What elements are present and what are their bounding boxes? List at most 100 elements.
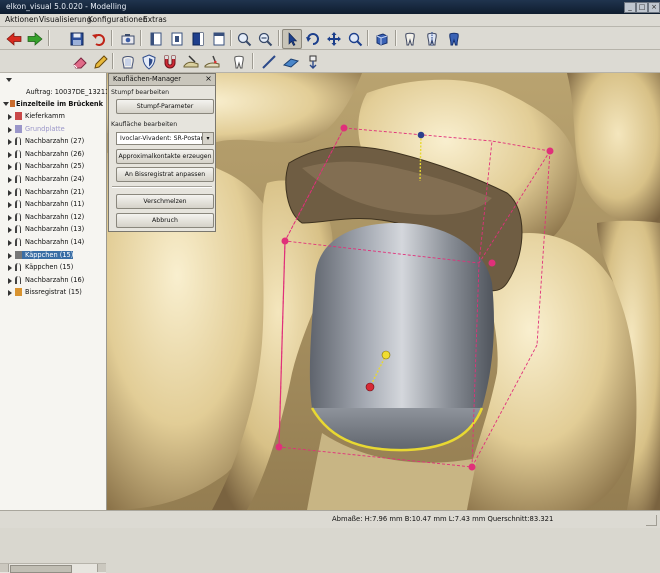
library-select[interactable]: Ivoclar-Vivadent: SR-Postaris ▾ (116, 132, 214, 145)
minimize-button[interactable]: _ (624, 2, 636, 13)
wax-icon[interactable] (202, 52, 222, 72)
tooth-outline-icon[interactable] (229, 52, 249, 72)
chevron-right-icon[interactable] (8, 214, 12, 221)
tree-item[interactable]: Nachbarzahn (12) (8, 211, 84, 223)
camera-icon[interactable] (118, 29, 138, 49)
menu-konfigurationen[interactable]: Konfigurationen (88, 15, 148, 24)
tree-item[interactable]: Nachbarzahn (16) (8, 274, 85, 286)
scroll-right-button[interactable] (97, 564, 106, 572)
tree-item[interactable]: Käppchen (15) (8, 261, 74, 273)
close-window-button[interactable]: × (648, 2, 660, 13)
back-arrow-icon[interactable] (4, 29, 24, 49)
zoom-out-icon[interactable] (255, 29, 275, 49)
cancel-button[interactable]: Abbruch (116, 213, 214, 228)
close-icon[interactable]: × (204, 75, 213, 84)
plane-icon[interactable] (281, 52, 301, 72)
pencil-icon[interactable] (91, 52, 111, 72)
ruler-icon[interactable] (259, 52, 279, 72)
axis-handle-blue[interactable] (417, 131, 425, 139)
chevron-right-icon[interactable] (8, 164, 12, 171)
handle-bottom-left[interactable] (275, 443, 283, 451)
base-plate-icon (15, 124, 22, 133)
shield-icon[interactable] (139, 52, 159, 72)
view-left-icon[interactable] (146, 29, 166, 49)
tree-item[interactable]: Nachbarzahn (26) (8, 148, 84, 160)
chevron-right-icon[interactable] (8, 252, 12, 259)
tooth-icon (15, 175, 21, 183)
axis-handle-yellow[interactable] (381, 350, 391, 360)
chevron-right-icon[interactable] (8, 202, 12, 209)
tree-item-label: Bissregistrat (15) (25, 288, 82, 297)
eraser-icon[interactable] (70, 52, 90, 72)
tree-item[interactable]: Kieferkamm (8, 110, 65, 122)
tooth-split-icon[interactable] (422, 29, 442, 49)
tooth-icon (15, 200, 21, 209)
handle-bottom-right[interactable] (468, 463, 476, 471)
menu-aktionen[interactable]: Aktionen (5, 15, 38, 24)
undo-icon[interactable] (89, 29, 109, 49)
chevron-down-icon[interactable] (6, 78, 12, 82)
status-message: Abmaße: H:7.96 mm B:10.47 mm L:7.43 mm Q… (332, 515, 554, 523)
tree-item[interactable]: Nachbarzahn (21) (8, 186, 84, 198)
view-right-icon[interactable] (188, 29, 208, 49)
tree-item[interactable]: Nachbarzahn (27) (8, 135, 84, 147)
tree-item[interactable]: Käppchen (15) (8, 249, 74, 261)
approximal-contacts-button[interactable]: Approximalkontakte erzeugen (116, 149, 214, 164)
chevron-down-icon[interactable]: ▾ (202, 133, 213, 144)
handle-mid-left[interactable] (281, 237, 289, 245)
tree-item-label: Nachbarzahn (16) (25, 275, 85, 284)
move-icon[interactable] (324, 29, 344, 49)
resize-grip-icon[interactable] (646, 515, 657, 526)
tree-item[interactable]: Bissregistrat (15) (8, 286, 82, 298)
fit-bite-registration-button[interactable]: An Bissregistrat anpassen (116, 167, 214, 182)
sculpt-icon[interactable] (181, 52, 201, 72)
chevron-right-icon[interactable] (8, 227, 12, 234)
stump-parameter-button[interactable]: Stumpf-Parameter (116, 99, 214, 114)
chevron-right-icon[interactable] (8, 277, 12, 284)
pointer-icon[interactable] (282, 29, 302, 49)
tree-item[interactable]: Nachbarzahn (14) (8, 236, 84, 248)
chevron-right-icon[interactable] (8, 189, 12, 196)
chevron-right-icon[interactable] (8, 151, 12, 158)
tree-item[interactable]: Nachbarzahn (24) (8, 173, 84, 185)
view-top-icon[interactable] (209, 29, 229, 49)
tree-item[interactable]: Grundplatte (8, 123, 65, 135)
magnet-icon[interactable] (160, 52, 180, 72)
save-icon[interactable] (67, 29, 87, 49)
anchor-icon[interactable] (303, 52, 323, 72)
menu-extras[interactable]: Extras (143, 15, 167, 24)
tree-root[interactable]: Einzelteile im Brückenk (3, 98, 103, 110)
forward-arrow-icon[interactable] (25, 29, 45, 49)
chevron-right-icon[interactable] (8, 139, 12, 146)
zoom-icon[interactable] (345, 29, 365, 49)
zoom-in-icon[interactable] (234, 29, 254, 49)
chevron-right-icon[interactable] (8, 290, 12, 297)
tree-item[interactable]: Nachbarzahn (13) (8, 223, 84, 235)
3d-view-icon[interactable] (372, 29, 392, 49)
scroll-left-button[interactable] (0, 564, 9, 572)
handle-top-right[interactable] (546, 147, 554, 155)
handle-top-left[interactable] (340, 124, 348, 132)
menu-visualisierung[interactable]: Visualisierung (39, 15, 91, 24)
crown-icon[interactable] (118, 52, 138, 72)
chevron-right-icon[interactable] (8, 114, 12, 120)
tree-horizontal-scrollbar[interactable] (0, 563, 106, 573)
maximize-button[interactable]: □ (636, 2, 648, 13)
tooth-cut-icon[interactable] (400, 29, 420, 49)
scroll-thumb[interactable] (10, 565, 72, 573)
axis-handle-red[interactable] (365, 382, 375, 392)
chevron-down-icon[interactable] (3, 102, 9, 106)
chevron-right-icon[interactable] (8, 265, 12, 272)
tooth-icon (15, 238, 21, 246)
merge-button[interactable]: Verschmelzen (116, 194, 214, 209)
chevron-right-icon[interactable] (8, 177, 12, 183)
tree-item[interactable]: Nachbarzahn (25) (8, 160, 84, 172)
rotate-icon[interactable] (303, 29, 323, 49)
tree-item[interactable]: Nachbarzahn (11) (8, 198, 84, 210)
handle-mid-right[interactable] (488, 259, 496, 267)
tree-item-label: Käppchen (15) (25, 263, 74, 272)
chevron-right-icon[interactable] (8, 126, 12, 133)
view-front-icon[interactable] (167, 29, 187, 49)
chevron-right-icon[interactable] (8, 240, 12, 246)
tooth-color-icon[interactable] (444, 29, 464, 49)
